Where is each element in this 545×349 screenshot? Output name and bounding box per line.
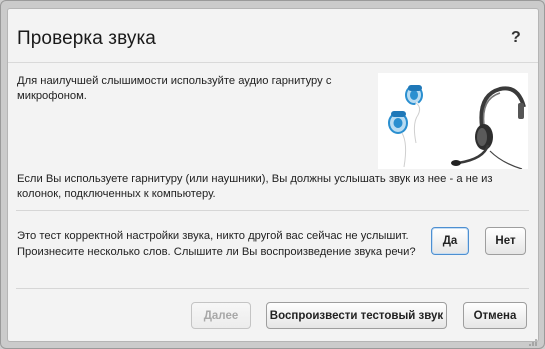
- section-divider: [16, 210, 529, 211]
- headset-with-microphone-icon: [451, 86, 526, 170]
- yes-button[interactable]: Да: [431, 227, 469, 255]
- footer-divider: [16, 288, 529, 289]
- cancel-button[interactable]: Отмена: [463, 302, 527, 329]
- earphones-icon: [388, 85, 423, 168]
- title-divider: [8, 62, 538, 63]
- resize-grip-icon[interactable]: [528, 338, 538, 346]
- next-button[interactable]: Далее: [191, 302, 251, 329]
- headset-instruction-text: Если Вы используете гарнитуру (или наушн…: [17, 173, 493, 200]
- audio-devices-illustration: [378, 73, 528, 170]
- no-button[interactable]: Нет: [485, 227, 526, 255]
- play-test-sound-button[interactable]: Воспроизвести тестовый звук: [266, 302, 447, 329]
- sound-check-dialog: Проверка звука ? Для наилучшей слышимост…: [7, 8, 539, 342]
- intro-text: Для наилучшей слышимости используйте ауд…: [17, 75, 332, 102]
- help-button[interactable]: ?: [511, 29, 521, 47]
- sound-test-question: Это тест корректной настройки звука, ник…: [17, 230, 416, 258]
- dialog-title: Проверка звука: [17, 28, 156, 49]
